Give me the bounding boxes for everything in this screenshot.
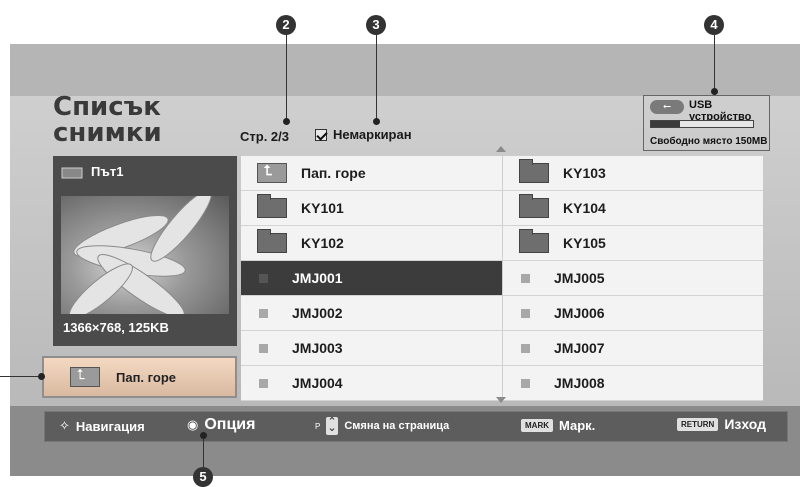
file-list-item[interactable]: JMJ007: [502, 331, 763, 366]
photo-file-icon: [259, 308, 268, 318]
file-name: JMJ004: [292, 375, 343, 391]
folder-icon: [519, 229, 549, 253]
photo-file-icon: [259, 378, 268, 388]
file-name: KY102: [301, 235, 344, 251]
file-list-item[interactable]: JMJ005: [502, 261, 763, 296]
nav-mark: MARK Марк.: [521, 418, 595, 433]
navigation-icon: ✧: [59, 418, 70, 433]
title-line-1: Списък: [53, 92, 161, 122]
callout-line-2: [286, 35, 287, 123]
p-key: P: [315, 421, 321, 431]
preview-path-label: Път1: [91, 164, 124, 179]
file-name: JMJ007: [554, 340, 605, 356]
callout-dot-2: [283, 118, 290, 125]
unmarked-filter[interactable]: Немаркиран: [315, 127, 412, 142]
callout-dot-5: [200, 432, 207, 439]
page-title: Списък снимки: [53, 94, 162, 146]
nav-option: ◉ Опция: [187, 416, 255, 434]
callout-line-1: [0, 376, 42, 377]
file-name: JMJ001: [292, 270, 343, 286]
nav-page-change: P Смяна на страница: [315, 415, 450, 435]
file-name: KY104: [563, 200, 606, 216]
mark-key: MARK: [521, 419, 553, 432]
folder-path-icon: [61, 167, 83, 178]
file-list-item[interactable]: KY101: [241, 191, 502, 226]
option-icon: ◉: [187, 417, 199, 432]
photo-file-icon: [259, 273, 268, 283]
callout-dot-1: [38, 373, 45, 380]
file-list-item[interactable]: JMJ001: [241, 261, 502, 296]
file-list-item[interactable]: JMJ002: [241, 296, 502, 331]
file-list-item[interactable]: JMJ003: [241, 331, 502, 366]
file-name: JMJ008: [554, 375, 605, 391]
file-list-item[interactable]: KY102: [241, 226, 502, 261]
mark-label: Марк.: [559, 418, 596, 433]
folder-icon: [519, 159, 549, 183]
callout-line-3: [376, 35, 377, 123]
checkbox-icon[interactable]: [315, 128, 327, 141]
file-name: JMJ003: [292, 340, 343, 356]
top-band: [10, 44, 800, 96]
file-name: KY101: [301, 200, 344, 216]
exit-label: Изход: [724, 416, 767, 432]
usb-device-panel: ⭠ USB устройство Свободно място 150MB: [643, 95, 770, 151]
scroll-up-icon[interactable]: [496, 146, 506, 152]
file-list-item[interactable]: JMJ004: [241, 366, 502, 401]
filter-label: Немаркиран: [333, 127, 412, 142]
photo-preview: Път1 1366×768, 125KB: [53, 156, 237, 346]
photo-file-icon: [521, 308, 530, 318]
file-name: JMJ002: [292, 305, 343, 321]
folder-up-icon: [257, 163, 287, 183]
photo-file-icon: [521, 343, 530, 353]
folder-up-icon: [70, 367, 100, 387]
page-updown-icon: [326, 415, 339, 435]
return-key: RETURN: [677, 417, 719, 431]
page-indicator: Стр. 2/3: [240, 129, 289, 144]
preview-path: Път1: [61, 164, 123, 179]
usb-free-space: Свободно място 150MB: [650, 136, 768, 147]
help-bar: ✧ Навигация ◉ Опция P Смяна на страница …: [44, 411, 788, 442]
preview-image: [61, 196, 229, 314]
usb-storage-bar: [650, 120, 754, 128]
file-list-item[interactable]: Пап. горе: [241, 156, 502, 191]
folder-icon: [257, 229, 287, 253]
file-list-item[interactable]: KY104: [502, 191, 763, 226]
preview-info: 1366×768, 125KB: [63, 320, 169, 335]
photo-file-icon: [521, 273, 530, 283]
scroll-down-icon[interactable]: [496, 397, 506, 403]
callout-marker-3: 3: [366, 15, 386, 35]
file-list-item[interactable]: KY105: [502, 226, 763, 261]
file-list-item[interactable]: JMJ008: [502, 366, 763, 401]
file-list-item[interactable]: JMJ006: [502, 296, 763, 331]
photo-file-icon: [521, 378, 530, 388]
nav-exit: RETURN Изход: [677, 416, 766, 432]
title-line-2: снимки: [53, 118, 162, 148]
callout-marker-4: 4: [704, 15, 724, 35]
callout-line-5: [203, 436, 204, 467]
nav-navigation: ✧ Навигация: [59, 418, 145, 434]
file-name: Пап. горе: [301, 165, 366, 181]
folder-icon: [257, 194, 287, 218]
folder-icon: [519, 194, 549, 218]
file-list-item[interactable]: KY103: [502, 156, 763, 191]
folder-up-button-label: Пап. горе: [116, 369, 177, 385]
callout-dot-4: [711, 88, 718, 95]
folder-up-button[interactable]: Пап. горе: [42, 356, 237, 398]
file-list: Пап. горе KY101 KY102 JMJ001 JMJ002 JMJ003 JMJ…: [241, 156, 763, 401]
file-name: JMJ005: [554, 270, 605, 286]
option-label: Опция: [204, 416, 256, 433]
file-name: KY103: [563, 165, 606, 181]
file-name: JMJ006: [554, 305, 605, 321]
callout-dot-3: [373, 118, 380, 125]
callout-marker-2: 2: [276, 15, 296, 35]
callout-line-4: [714, 35, 715, 93]
usb-storage-fill: [651, 121, 680, 127]
callout-marker-5: 5: [193, 467, 213, 487]
usb-icon: ⭠: [650, 100, 684, 114]
file-name: KY105: [563, 235, 606, 251]
page-change-label: Смяна на страница: [344, 420, 450, 432]
navigation-label: Навигация: [75, 418, 145, 434]
photo-file-icon: [259, 343, 268, 353]
